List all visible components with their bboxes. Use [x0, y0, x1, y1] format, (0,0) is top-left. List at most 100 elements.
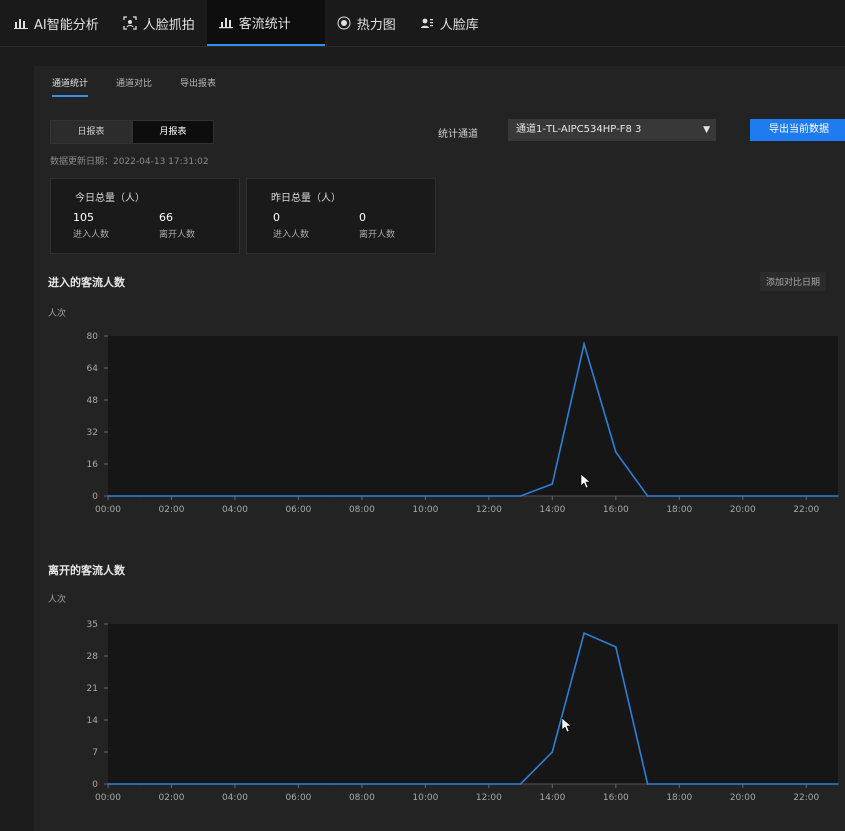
face-capture-icon	[123, 16, 137, 30]
leave-label: 离开人数	[159, 230, 196, 240]
data-point	[551, 751, 554, 753]
nav-face-capture[interactable]: 人脸抓拍	[111, 0, 207, 46]
data-point	[488, 783, 490, 785]
data-point	[615, 646, 617, 648]
data-point	[138, 783, 141, 785]
data-point	[424, 495, 427, 497]
channel-select[interactable]: 通道1-TL-AIPC534HP-F8 3 ▼	[508, 119, 716, 141]
data-point	[583, 343, 585, 345]
enter-label: 进入人数	[273, 230, 310, 240]
data-point	[234, 783, 236, 785]
face-library-icon	[420, 16, 434, 30]
data-point	[805, 783, 808, 785]
data-point	[741, 495, 744, 497]
y-tick-label: 32	[87, 428, 98, 438]
data-point	[488, 495, 490, 497]
yesterday-enter-count: 0	[273, 211, 280, 224]
data-point	[424, 783, 427, 785]
data-point	[265, 783, 268, 785]
data-point	[297, 783, 300, 785]
export-current-data-button[interactable]: 导出当前数据	[750, 119, 845, 141]
card-title: 今日总量（人）	[75, 193, 145, 204]
tab-channel-stats[interactable]: 通道统计	[52, 76, 89, 97]
nav-label: AI智能分析	[34, 17, 99, 33]
data-point	[202, 495, 205, 497]
nav-ai-analysis[interactable]: AI智能分析	[0, 0, 111, 46]
data-point	[678, 783, 681, 785]
x-tick-label: 04:00	[222, 505, 248, 514]
heatmap-icon	[337, 16, 351, 30]
data-point	[519, 783, 522, 785]
nav-label: 热力图	[356, 17, 396, 33]
data-point	[678, 495, 681, 497]
data-point	[392, 495, 395, 497]
data-point	[615, 451, 617, 453]
data-point	[265, 495, 268, 497]
x-tick-label: 20:00	[730, 793, 756, 802]
nav-label: 人脸库	[439, 17, 479, 33]
tab-channel-compare[interactable]: 通道对比	[116, 76, 152, 97]
y-tick-label: 64	[87, 364, 99, 374]
y-tick-label: 0	[92, 492, 98, 502]
data-point	[361, 783, 363, 785]
ai-chart-icon	[14, 16, 28, 30]
data-point	[646, 783, 649, 785]
y-tick-label: 7	[92, 748, 98, 758]
data-point	[170, 495, 173, 497]
y-tick-label: 28	[87, 652, 99, 662]
main-panel: 通道统计 通道对比 导出报表 日报表 月报表 统计通道 通道1-TL-AIPC5…	[34, 66, 845, 831]
today-enter-count: 105	[73, 211, 94, 224]
x-tick-label: 18:00	[666, 793, 692, 802]
y-tick-label: 16	[87, 460, 99, 470]
x-tick-label: 12:00	[476, 505, 502, 514]
data-point	[297, 495, 300, 497]
nav-face-library[interactable]: 人脸库	[408, 0, 491, 46]
nav-label: 客流统计	[238, 16, 291, 32]
plot-area	[108, 336, 838, 496]
add-compare-date-button[interactable]: 添加对比日期	[760, 272, 827, 291]
today-leave-count: 66	[159, 211, 173, 224]
y-tick-label: 48	[87, 396, 99, 406]
data-point	[234, 495, 236, 497]
data-point	[551, 483, 554, 485]
x-tick-label: 00:00	[95, 793, 121, 802]
data-point	[329, 495, 331, 497]
x-tick-label: 10:00	[412, 505, 438, 514]
x-tick-label: 12:00	[476, 793, 502, 802]
report-type-toggle: 日报表 月报表	[50, 120, 214, 144]
x-tick-label: 22:00	[793, 505, 819, 514]
leave-flow-chart: 0 7 14 21 28 35 00:00 02:00 04:00 06:00 08:00 10:00…	[87, 620, 839, 802]
channel-value: 通道1-TL-AIPC534HP-F8 3	[516, 124, 642, 135]
x-tick-label: 20:00	[730, 505, 756, 514]
enter-chart-title: 进入的客流人数	[48, 276, 125, 289]
data-point	[837, 783, 839, 785]
card-title: 昨日总量（人）	[271, 193, 341, 204]
data-point	[710, 495, 712, 497]
sub-tabs: 通道统计 通道对比 导出报表	[52, 76, 244, 97]
chevron-down-icon: ▼	[703, 125, 710, 135]
channel-label: 统计通道	[438, 129, 478, 140]
data-point	[646, 495, 649, 497]
x-tick-label: 22:00	[793, 793, 819, 802]
x-tick-label: 06:00	[285, 505, 311, 514]
daily-report-button[interactable]: 日报表	[50, 120, 132, 144]
leave-label: 离开人数	[359, 230, 396, 240]
data-point	[741, 783, 744, 785]
x-tick-label: 10:00	[412, 793, 438, 802]
enter-chart-unit: 人次	[48, 309, 67, 319]
enter-label: 进入人数	[73, 230, 110, 240]
plot-area	[108, 624, 838, 784]
data-point	[773, 495, 776, 497]
y-tick-label: 35	[87, 620, 98, 630]
x-tick-label: 02:00	[159, 505, 185, 514]
mouse-cursor-icon	[561, 717, 572, 733]
data-point	[456, 495, 458, 497]
x-tick-label: 00:00	[95, 505, 121, 514]
tab-export-report[interactable]: 导出报表	[180, 76, 216, 97]
data-point	[805, 495, 808, 497]
monthly-report-button[interactable]: 月报表	[132, 120, 214, 144]
y-tick-label: 0	[92, 780, 98, 790]
nav-passenger-flow[interactable]: 客流统计	[206, 0, 325, 46]
mouse-cursor-icon	[580, 473, 591, 489]
nav-heatmap[interactable]: 热力图	[325, 0, 408, 46]
